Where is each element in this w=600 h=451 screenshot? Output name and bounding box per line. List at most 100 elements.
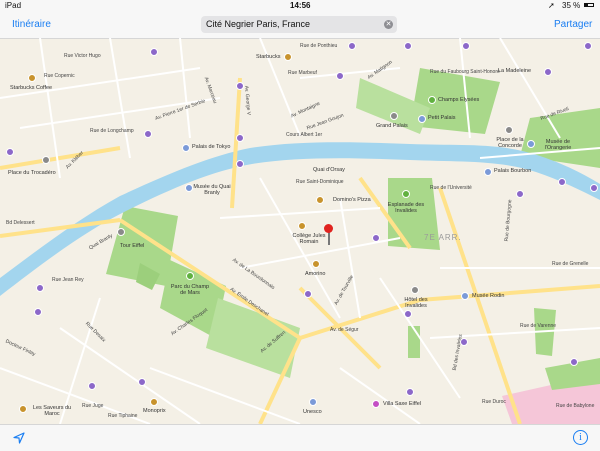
metro-icon[interactable] xyxy=(558,178,566,186)
metro-icon[interactable] xyxy=(236,160,244,168)
navigation-bar: Itinéraire Cité Negrier Paris, France ✕ … xyxy=(0,12,600,39)
amorino-label: Amorino xyxy=(305,271,326,277)
district-label: 7E ARR. xyxy=(424,233,462,242)
battery-percent: 35 % xyxy=(562,1,581,10)
street-label: Rue Jean Rey xyxy=(52,277,84,283)
metro-icon[interactable] xyxy=(404,310,412,318)
metro-icon[interactable] xyxy=(406,388,414,396)
parc-champ-mars-label: Parc du Champ de Mars xyxy=(170,284,210,296)
street-label: Av. de Ségur xyxy=(330,327,359,333)
status-bar: iPad 14:56 ➚ 35 % xyxy=(0,0,600,12)
metro-icon[interactable] xyxy=(336,72,344,80)
street-label: Rue du Faubourg Saint-Honoré xyxy=(430,69,500,75)
dome-icon[interactable] xyxy=(411,286,419,294)
street-label: Rue de Ponthieu xyxy=(300,43,338,49)
monument-icon[interactable] xyxy=(42,156,50,164)
metro-icon[interactable] xyxy=(544,68,552,76)
metro-icon[interactable] xyxy=(304,290,312,298)
esplanade-label: Esplanade des Invalides xyxy=(387,202,425,214)
metro-icon[interactable] xyxy=(516,190,524,198)
school-icon[interactable] xyxy=(298,222,306,230)
map-view[interactable]: Place du Trocadéro Palais de Tokyo Musée… xyxy=(0,38,600,424)
pizza-icon[interactable] xyxy=(316,196,324,204)
quai-orsay-label: Quai d'Orsay xyxy=(313,167,345,173)
clear-icon[interactable]: ✕ xyxy=(384,20,393,29)
museum-icon[interactable] xyxy=(185,184,193,192)
bottom-toolbar: i xyxy=(0,424,600,451)
metro-icon[interactable] xyxy=(462,42,470,50)
street-label: Rue Duroc xyxy=(482,399,506,405)
metro-icon[interactable] xyxy=(460,338,468,346)
museum-icon[interactable] xyxy=(527,140,535,148)
institution-icon[interactable] xyxy=(309,398,317,406)
metro-icon[interactable] xyxy=(404,42,412,50)
restaurant-icon[interactable] xyxy=(19,405,27,413)
search-field[interactable]: Cité Negrier Paris, France ✕ xyxy=(201,16,397,33)
metro-icon[interactable] xyxy=(348,42,356,50)
ice-cream-icon[interactable] xyxy=(312,260,320,268)
museum-icon[interactable] xyxy=(418,115,426,123)
musee-rodin-label: Musée Rodin xyxy=(472,293,505,299)
metro-icon[interactable] xyxy=(372,234,380,242)
college-jules-romain-label: Collège Jules Romain xyxy=(292,233,326,245)
metro-icon[interactable] xyxy=(236,134,244,142)
museum-icon[interactable] xyxy=(484,168,492,176)
metro-icon[interactable] xyxy=(144,130,152,138)
metro-icon[interactable] xyxy=(138,378,146,386)
share-button[interactable]: Partager xyxy=(554,19,592,30)
clock: 14:56 xyxy=(290,1,311,10)
grand-palais-label: Grand Palais xyxy=(376,123,408,129)
street-label: Rue Copernic xyxy=(44,73,75,79)
street-label: Rue Marbeuf xyxy=(288,70,317,76)
la-madeleine-label: La Madeleine xyxy=(498,68,532,74)
street-label: Rue de Varenne xyxy=(520,323,557,329)
coffee-icon[interactable] xyxy=(284,53,292,61)
street-label: Rue Saint-Dominique xyxy=(296,179,344,185)
metro-icon[interactable] xyxy=(584,42,592,50)
search-text: Cité Negrier Paris, France xyxy=(206,19,311,29)
palais-tokyo-label: Palais de Tokyo xyxy=(192,144,231,150)
street-label: Rue de Grenelle xyxy=(552,261,589,267)
palace-icon[interactable] xyxy=(390,112,398,120)
location-arrow-icon[interactable] xyxy=(12,431,26,445)
metro-icon[interactable] xyxy=(570,358,578,366)
villa-saxe-label: Villa Saxe Eiffel xyxy=(383,401,422,407)
monoprix-label: Monoprix xyxy=(143,408,166,414)
device-label: iPad xyxy=(5,1,22,10)
park-icon[interactable] xyxy=(402,190,410,198)
street-label: Rue Juge xyxy=(82,403,104,409)
metro-icon[interactable] xyxy=(6,148,14,156)
park-icon[interactable] xyxy=(428,96,436,104)
palais-bourbon-label: Palais Bourbon xyxy=(494,168,532,174)
info-icon[interactable]: i xyxy=(573,430,588,445)
musee-quai-branly-label: Musée du Quai Branly xyxy=(193,184,231,196)
obelisk-icon[interactable] xyxy=(505,126,513,134)
museum-icon[interactable] xyxy=(461,292,469,300)
champs-elysees-label: Champs Elysées xyxy=(438,97,480,103)
museum-icon[interactable] xyxy=(182,144,190,152)
metro-icon[interactable] xyxy=(88,382,96,390)
location-status-icon: ➚ xyxy=(548,1,555,10)
street-label: Rue de l'Université xyxy=(430,185,472,191)
hotel-icon[interactable] xyxy=(372,400,380,408)
battery-icon xyxy=(584,3,594,7)
les-saveurs-label: Les Saveurs du Maroc xyxy=(32,405,72,417)
musee-orangerie-label: Musée de l'Orangerie xyxy=(544,139,572,151)
metro-icon[interactable] xyxy=(34,308,42,316)
park-icon[interactable] xyxy=(186,272,194,280)
hotel-invalides-label: Hôtel des Invalides xyxy=(404,297,428,309)
dominos-label: Domino's Pizza xyxy=(333,197,371,203)
coffee-icon[interactable] xyxy=(28,74,36,82)
eiffel-tower-icon[interactable] xyxy=(117,228,125,236)
street-label: Cours Albert 1er xyxy=(286,132,323,138)
petit-palais-label: Petit Palais xyxy=(428,115,456,121)
tour-eiffel-label: Tour Eiffel xyxy=(120,243,145,249)
metro-icon[interactable] xyxy=(36,284,44,292)
metro-icon[interactable] xyxy=(150,48,158,56)
location-pin-icon[interactable] xyxy=(324,224,333,233)
metro-icon[interactable] xyxy=(590,184,598,192)
place-trocadero-label: Place du Trocadéro xyxy=(8,170,56,176)
shop-icon[interactable] xyxy=(150,398,158,406)
metro-icon[interactable] xyxy=(236,82,244,90)
directions-button[interactable]: Itinéraire xyxy=(12,19,51,30)
